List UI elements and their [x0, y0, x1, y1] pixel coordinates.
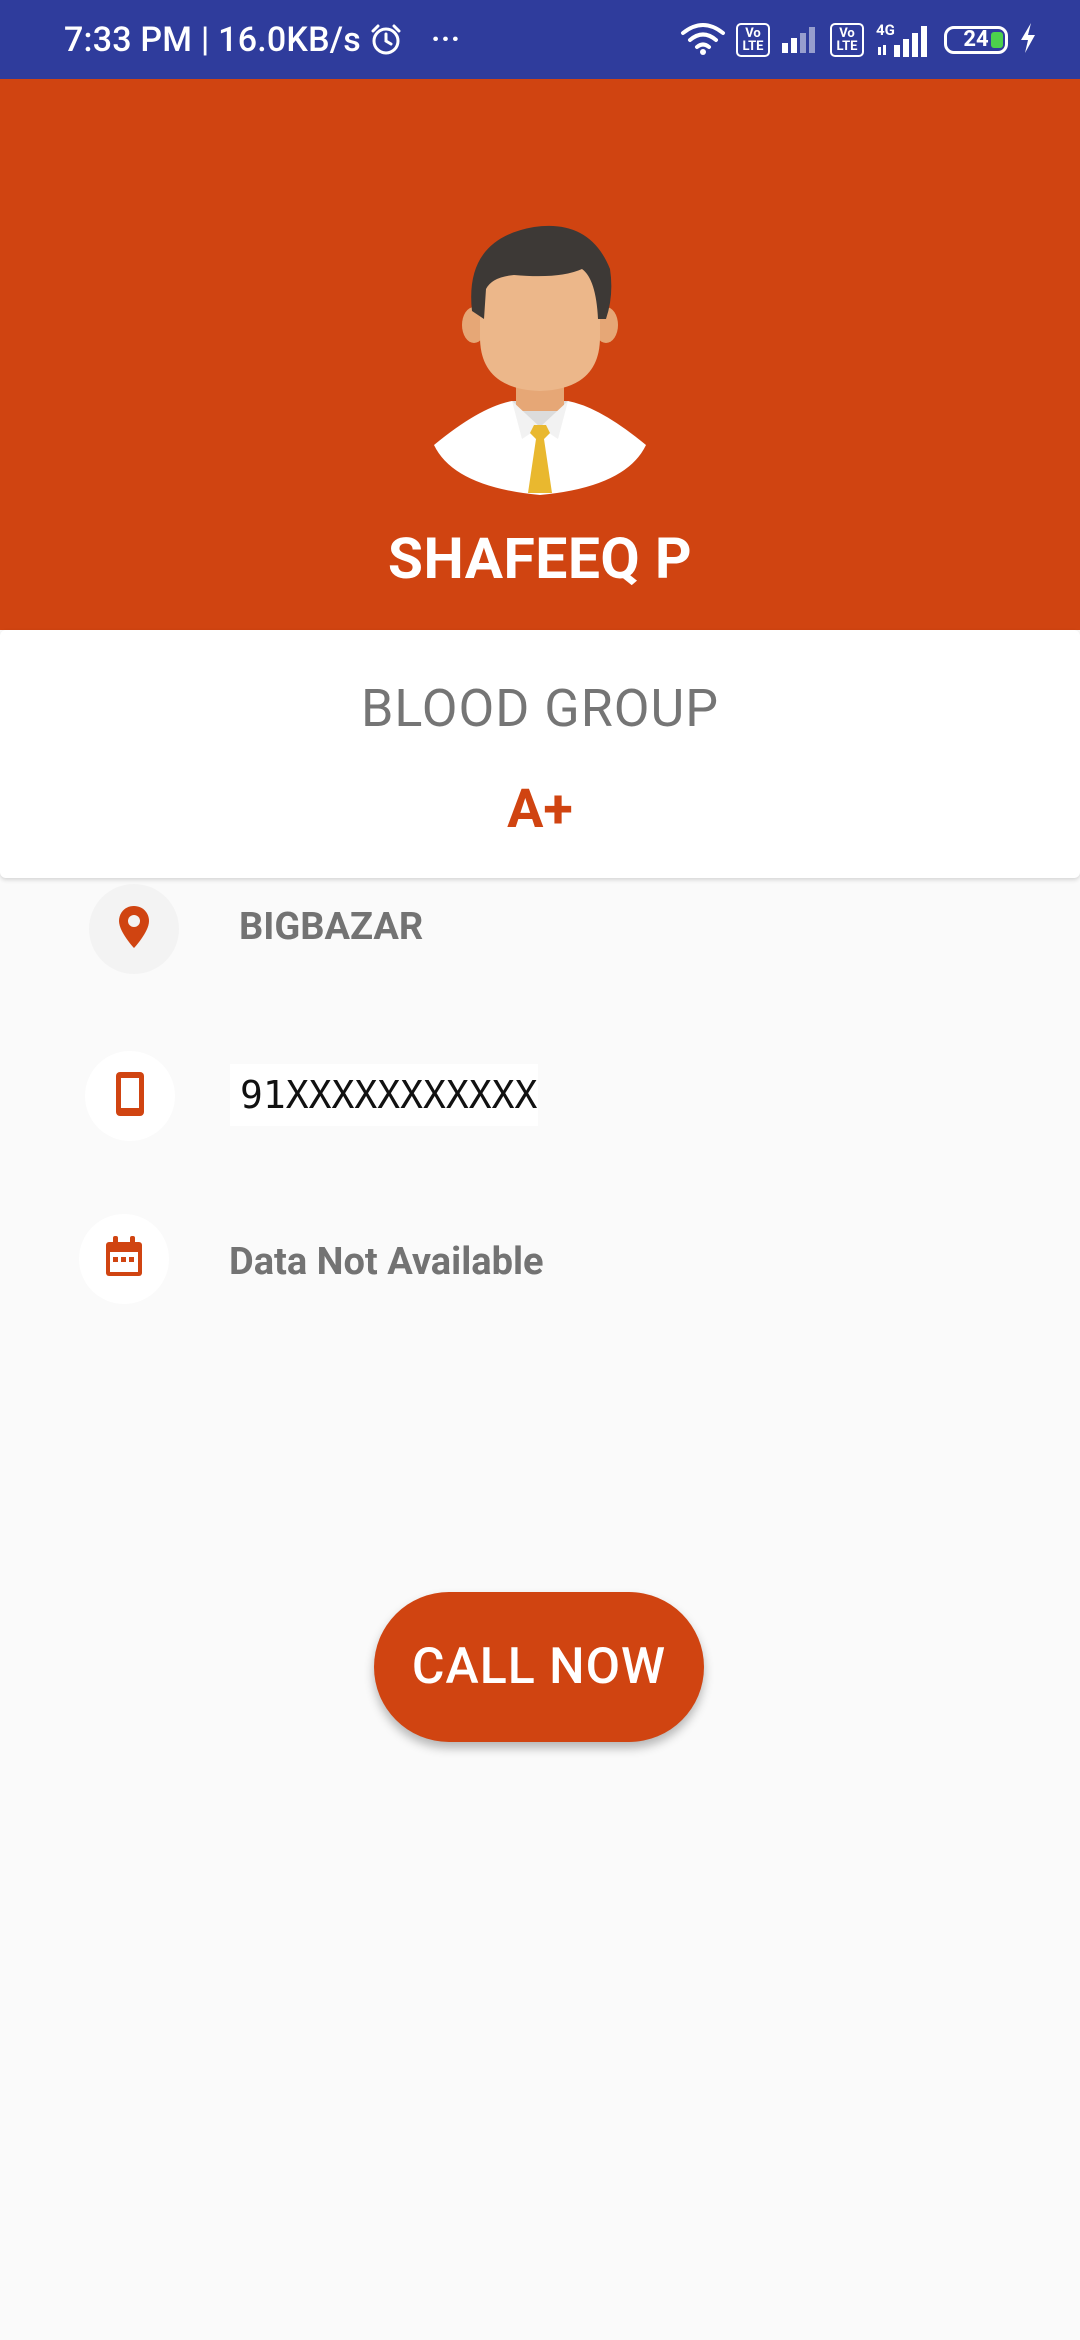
blood-group-label: BLOOD GROUP — [360, 678, 720, 739]
call-now-button[interactable]: CALL NOW — [374, 1592, 704, 1742]
signal-icon-2: 4G — [874, 21, 934, 57]
alarm-icon — [369, 23, 403, 57]
status-bar: 7:33 PM | 16.0KB/s ··· Vo LTE Vo LTE 4G … — [0, 0, 1080, 79]
blood-group-value: A+ — [507, 778, 573, 841]
donor-name: SHAFEEQ P — [387, 525, 693, 592]
date-text: Data Not Available — [229, 1240, 544, 1284]
profile-header: SHAFEEQ P — [0, 79, 1080, 630]
location-pin-icon — [117, 904, 151, 954]
date-icon-circle — [79, 1214, 169, 1304]
calendar-icon — [104, 1236, 144, 1282]
phone-icon-circle — [85, 1051, 175, 1141]
battery-icon: 24 — [944, 25, 1008, 54]
location-icon-circle — [89, 884, 179, 974]
blood-group-card: BLOOD GROUP A+ — [0, 630, 1080, 878]
status-left: 7:33 PM | 16.0KB/s ··· — [64, 0, 460, 79]
phone-number-field[interactable]: 91XXXXXXXXXXX — [230, 1064, 538, 1126]
volte-badge-1: Vo LTE — [736, 22, 770, 57]
smartphone-icon — [114, 1070, 146, 1122]
avatar — [430, 219, 650, 499]
more-notifications-icon: ··· — [430, 19, 461, 60]
charging-icon — [1018, 21, 1038, 59]
time-and-speed: 7:33 PM | 16.0KB/s — [64, 19, 361, 60]
location-text: BIGBAZAR — [239, 905, 424, 949]
volte-badge-2: Vo LTE — [830, 22, 864, 57]
signal-icon-1 — [780, 23, 820, 57]
wifi-icon — [680, 21, 726, 59]
status-right: Vo LTE Vo LTE 4G 24 — [680, 0, 1038, 79]
